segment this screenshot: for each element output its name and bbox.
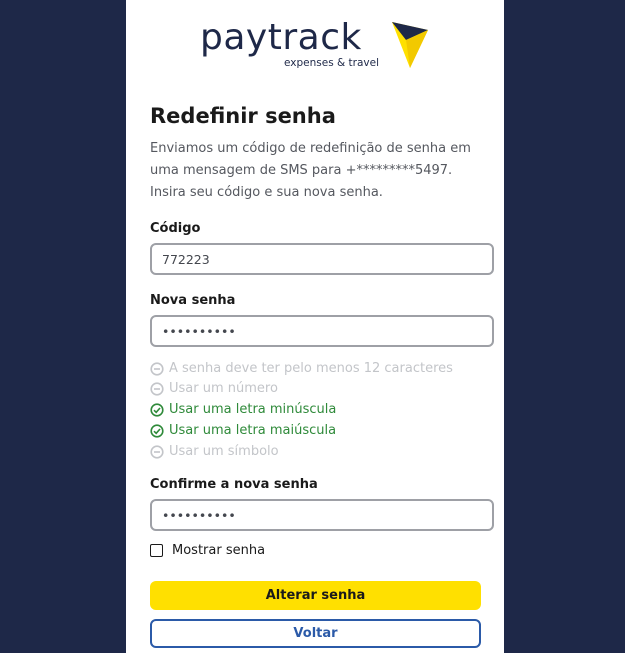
paper-plane-icon <box>392 22 428 68</box>
page-background: paytrack expenses & travel Redefinir sen… <box>0 0 625 653</box>
minus-circle-icon <box>150 382 164 396</box>
confirm-password-input[interactable] <box>150 499 494 531</box>
password-rule-text: Usar um símbolo <box>169 444 279 459</box>
password-rule-symbol: Usar um símbolo <box>150 443 279 461</box>
password-rule-uppercase: Usar uma letra maiúscula <box>150 422 336 440</box>
show-password-label: Mostrar senha <box>172 543 266 558</box>
show-password-checkbox[interactable] <box>150 544 163 557</box>
paytrack-logo: paytrack expenses & travel <box>200 16 440 76</box>
minus-circle-icon <box>150 362 164 376</box>
password-rule-length: A senha deve ter pelo menos 12 caractere… <box>150 360 453 378</box>
password-rule-text: Usar uma letra maiúscula <box>169 423 337 438</box>
logo-wordmark: paytrack <box>200 17 362 58</box>
password-rule-number: Usar um número <box>150 380 278 398</box>
back-button[interactable]: Voltar <box>150 619 481 648</box>
check-circle-icon <box>150 424 164 438</box>
password-rule-text: A senha deve ter pelo menos 12 caractere… <box>169 361 453 376</box>
password-rule-lowercase: Usar uma letra minúscula <box>150 401 336 419</box>
confirm-password-label: Confirme a nova senha <box>150 477 318 492</box>
page-title: Redefinir senha <box>150 104 336 128</box>
page-description: Enviamos um código de redefinição de sen… <box>150 141 471 200</box>
show-password-toggle[interactable]: Mostrar senha <box>150 543 265 558</box>
password-rule-text: Usar um número <box>169 381 278 396</box>
new-password-label: Nova senha <box>150 293 236 308</box>
code-label: Código <box>150 221 201 236</box>
minus-circle-icon <box>150 445 164 459</box>
new-password-input[interactable] <box>150 315 494 347</box>
code-input[interactable] <box>150 243 494 275</box>
check-circle-icon <box>150 403 164 417</box>
reset-password-card: paytrack expenses & travel Redefinir sen… <box>126 0 504 653</box>
change-password-button[interactable]: Alterar senha <box>150 581 481 610</box>
logo-tagline: expenses & travel <box>284 57 379 69</box>
password-rule-text: Usar uma letra minúscula <box>169 402 337 417</box>
